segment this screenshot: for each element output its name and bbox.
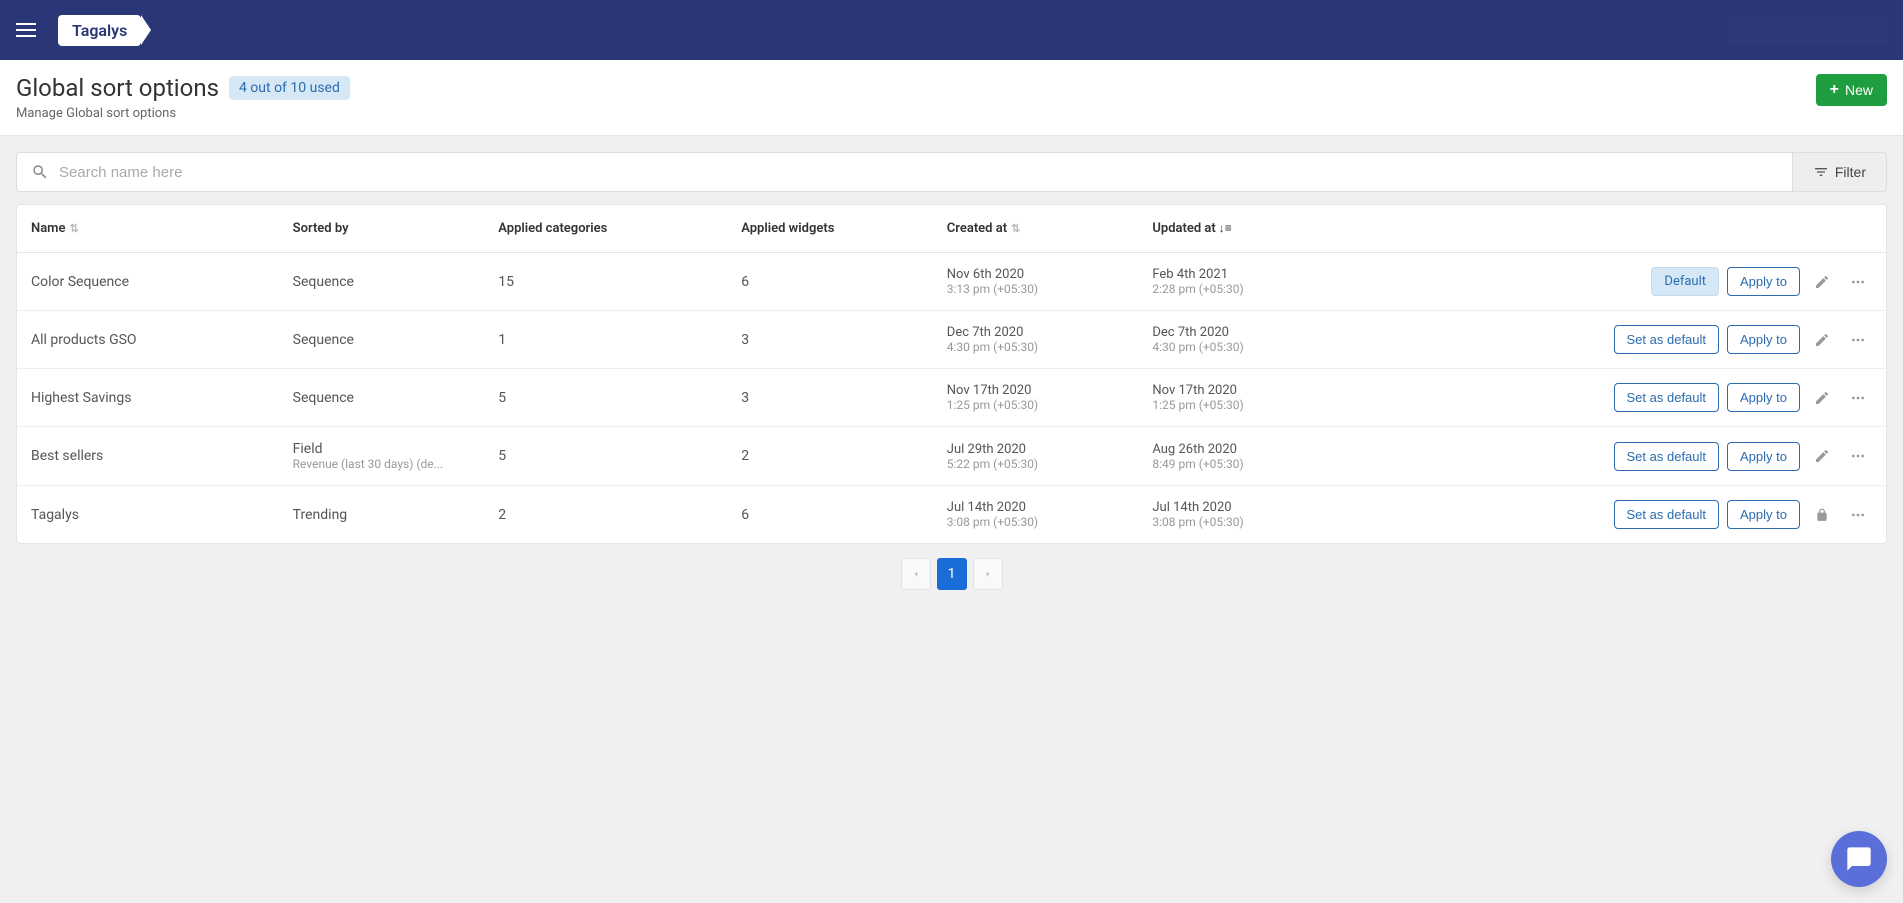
cell-applied-categories: 2 [484,486,727,544]
cell-created-at: Dec 7th 2020 4:30 pm (+05:30) [933,311,1139,369]
set-as-default-button[interactable]: Set as default [1614,383,1720,412]
cell-created-at: Nov 17th 2020 1:25 pm (+05:30) [933,369,1139,427]
default-badge: Default [1651,267,1719,296]
edit-button[interactable] [1808,384,1836,412]
cell-applied-widgets: 3 [727,369,933,427]
table-row: Best sellers Field Revenue (last 30 days… [17,427,1886,486]
topbar: Tagalys [0,0,1903,60]
page-number-1[interactable]: 1 [937,558,967,590]
row-actions: Set as default Apply to [1358,442,1872,471]
more-actions-button[interactable] [1844,268,1872,296]
cell-name: Best sellers [17,427,279,486]
chat-widget-button[interactable] [1831,831,1887,887]
cell-created-at: Jul 14th 2020 3:08 pm (+05:30) [933,486,1139,544]
col-sorted-by: Sorted by [279,205,485,253]
row-actions: Default Apply to [1358,267,1872,296]
cell-sorted-by: Sequence [279,369,485,427]
more-actions-button[interactable] [1844,384,1872,412]
filter-label: Filter [1835,164,1866,180]
filter-icon [1813,164,1829,180]
apply-to-button[interactable]: Apply to [1727,500,1800,529]
set-as-default-button[interactable]: Set as default [1614,442,1720,471]
table-row: All products GSO Sequence 1 3 Dec 7th 20… [17,311,1886,369]
cell-created-at: Nov 6th 2020 3:13 pm (+05:30) [933,253,1139,311]
row-actions: Set as default Apply to [1358,500,1872,529]
row-actions: Set as default Apply to [1358,383,1872,412]
cell-created-at: Jul 29th 2020 5:22 pm (+05:30) [933,427,1139,486]
col-applied-widgets: Applied widgets [727,205,933,253]
cell-updated-at: Dec 7th 2020 4:30 pm (+05:30) [1138,311,1344,369]
col-created-at[interactable]: Created at⇅ [933,205,1139,253]
usage-badge: 4 out of 10 used [229,76,350,100]
cell-applied-categories: 1 [484,311,727,369]
new-button-label: New [1845,82,1873,98]
table-row: Tagalys Trending 2 6 Jul 14th 2020 3:08 … [17,486,1886,544]
apply-to-button[interactable]: Apply to [1727,383,1800,412]
hamburger-menu-icon[interactable] [16,18,40,42]
cell-applied-categories: 5 [484,369,727,427]
cell-applied-categories: 5 [484,427,727,486]
cell-sorted-by: Trending [279,486,485,544]
cell-name: Tagalys [17,486,279,544]
cell-updated-at: Feb 4th 2021 2:28 pm (+05:30) [1138,253,1344,311]
page-next-button[interactable] [973,558,1003,590]
page-prev-button[interactable] [901,558,931,590]
edit-button[interactable] [1808,442,1836,470]
cell-applied-widgets: 6 [727,486,933,544]
table-row: Color Sequence Sequence 15 6 Nov 6th 202… [17,253,1886,311]
cell-name: All products GSO [17,311,279,369]
search-icon [31,163,49,181]
cell-applied-widgets: 3 [727,311,933,369]
apply-to-button[interactable]: Apply to [1727,325,1800,354]
page-subtitle: Manage Global sort options [16,106,350,121]
more-actions-button[interactable] [1844,501,1872,529]
col-updated-at[interactable]: Updated at ↓≡ [1138,205,1344,253]
topbar-account-area[interactable] [1727,15,1887,45]
set-as-default-button[interactable]: Set as default [1614,325,1720,354]
cell-sorted-by: Sequence [279,253,485,311]
sort-desc-icon: ↓≡ [1216,221,1232,235]
plus-icon: + [1830,82,1839,98]
col-applied-categories: Applied categories [484,205,727,253]
search-box[interactable] [16,152,1793,192]
edit-button[interactable] [1808,268,1836,296]
cell-name: Highest Savings [17,369,279,427]
cell-updated-at: Nov 17th 2020 1:25 pm (+05:30) [1138,369,1344,427]
cell-applied-widgets: 2 [727,427,933,486]
pagination: 1 [16,544,1887,604]
page-title: Global sort options [16,74,219,102]
cell-sorted-by: Sequence [279,311,485,369]
cell-name: Color Sequence [17,253,279,311]
lock-icon [1808,501,1836,529]
sort-options-table: Name⇅ Sorted by Applied categories Appli… [16,204,1887,544]
cell-updated-at: Aug 26th 2020 8:49 pm (+05:30) [1138,427,1344,486]
search-input[interactable] [59,164,1778,181]
sort-icon: ⇅ [69,222,78,235]
chevron-left-icon [911,569,921,579]
more-actions-button[interactable] [1844,442,1872,470]
more-actions-button[interactable] [1844,326,1872,354]
cell-applied-categories: 15 [484,253,727,311]
cell-updated-at: Jul 14th 2020 3:08 pm (+05:30) [1138,486,1344,544]
cell-sorted-by: Field Revenue (last 30 days) (de... [279,427,485,486]
set-as-default-button[interactable]: Set as default [1614,500,1720,529]
chat-icon [1845,845,1873,873]
apply-to-button[interactable]: Apply to [1727,442,1800,471]
page-header: Global sort options 4 out of 10 used Man… [0,60,1903,136]
new-button[interactable]: + New [1816,74,1887,106]
table-row: Highest Savings Sequence 5 3 Nov 17th 20… [17,369,1886,427]
chevron-right-icon [983,569,993,579]
brand-logo[interactable]: Tagalys [58,15,141,46]
col-name[interactable]: Name⇅ [17,205,279,253]
edit-button[interactable] [1808,326,1836,354]
apply-to-button[interactable]: Apply to [1727,267,1800,296]
sort-icon: ⇅ [1011,222,1020,235]
cell-applied-widgets: 6 [727,253,933,311]
filter-button[interactable]: Filter [1793,152,1887,192]
row-actions: Set as default Apply to [1358,325,1872,354]
